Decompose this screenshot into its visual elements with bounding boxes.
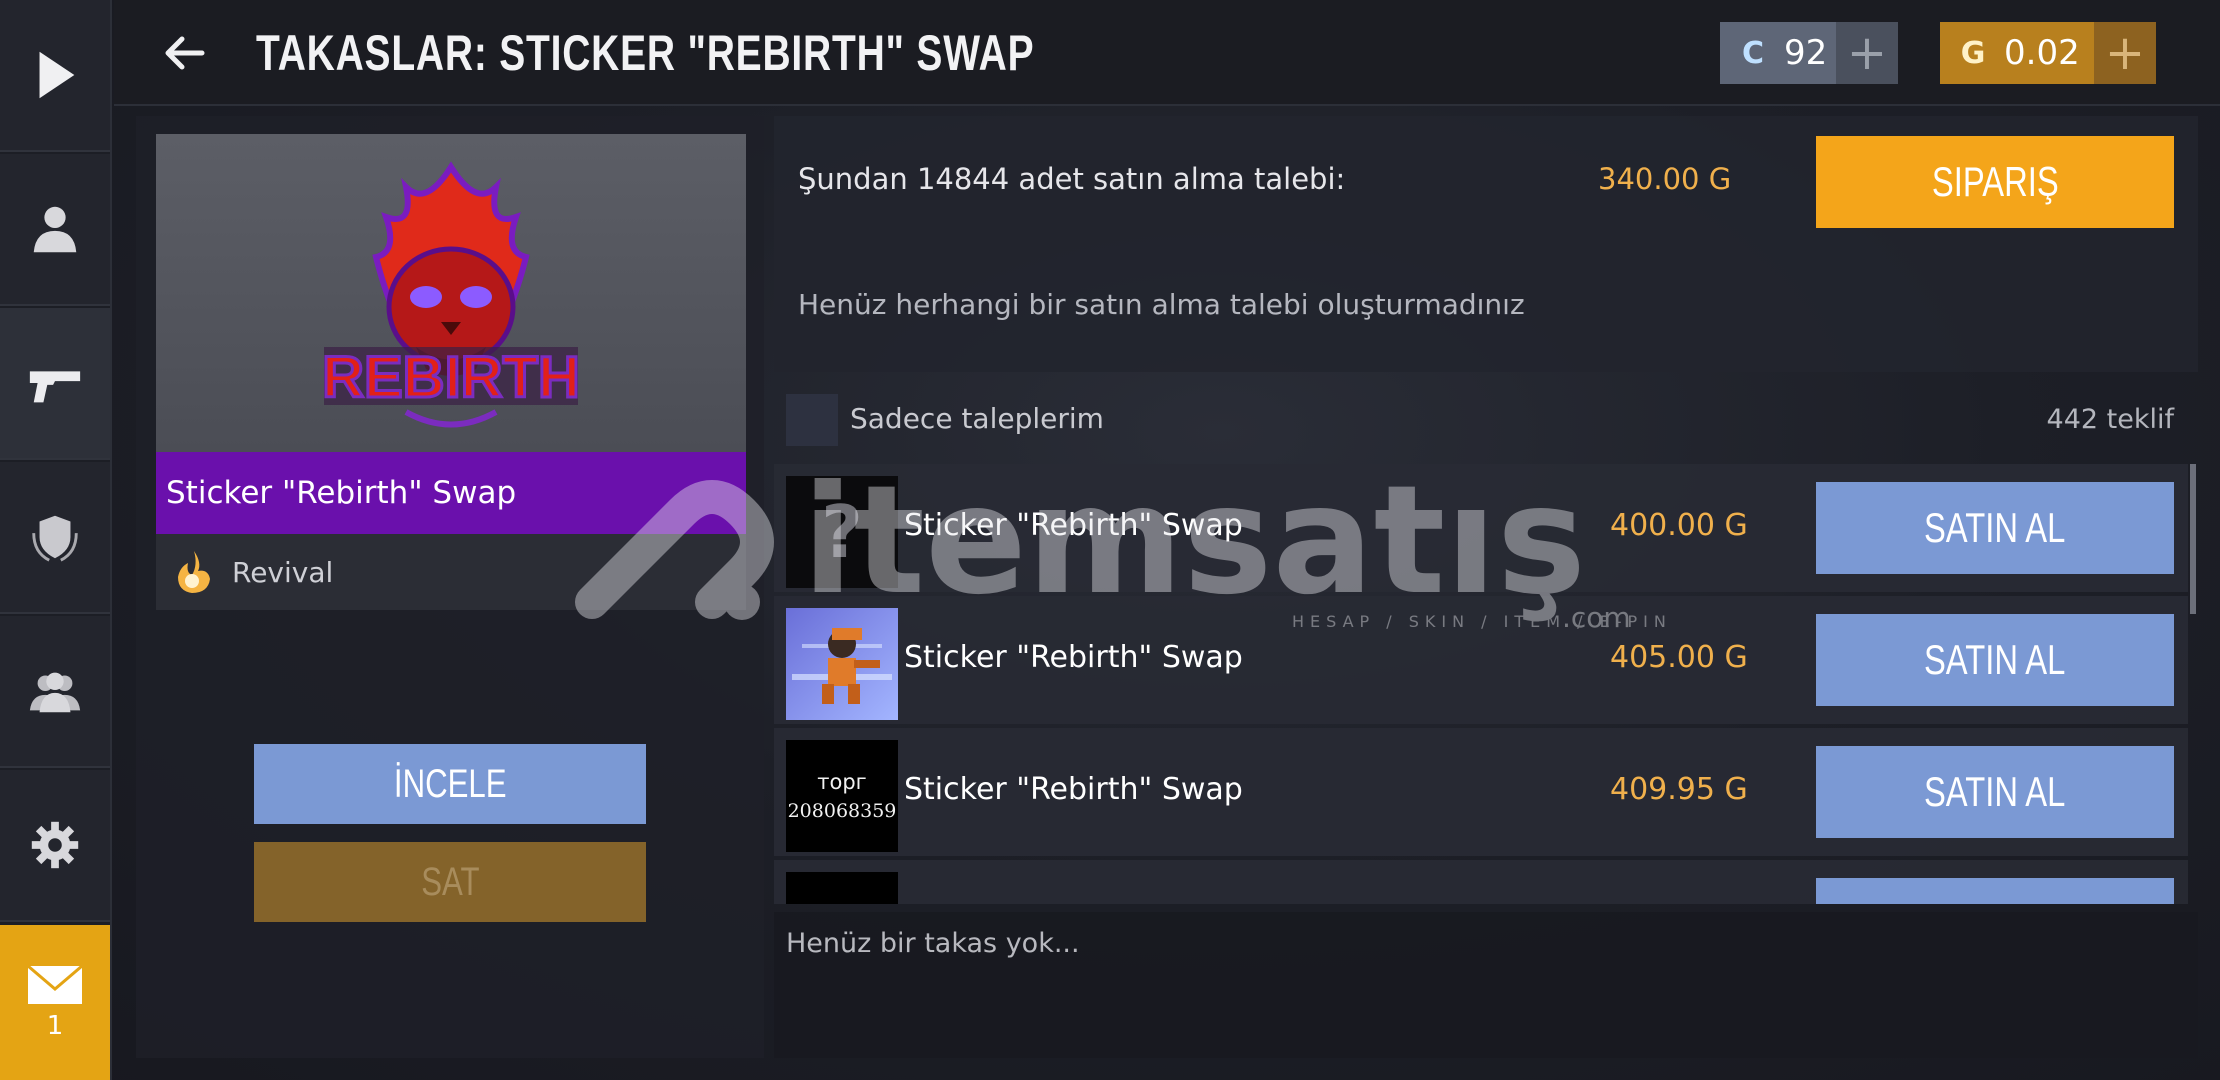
- no-buy-requests-text: Henüz herhangi bir satın alma talebi olu…: [798, 288, 1525, 321]
- mail-count: 1: [46, 1010, 64, 1041]
- offer-price: 400.00 G: [1610, 508, 1748, 543]
- sidebar-item-play[interactable]: [0, 0, 110, 152]
- mail-icon: [27, 964, 83, 1004]
- profile-icon: [33, 206, 77, 253]
- back-button[interactable]: [154, 28, 214, 78]
- add-gold-button[interactable]: +: [2094, 22, 2156, 84]
- inspect-button[interactable]: İNCELE: [254, 744, 646, 824]
- sell-button[interactable]: SAT: [254, 842, 646, 922]
- friends-icon: [29, 672, 81, 713]
- buy-button[interactable]: SATIN AL: [1816, 482, 2174, 574]
- sidebar-item-mail[interactable]: 1: [0, 925, 110, 1080]
- unknown-avatar-icon: ?: [821, 490, 863, 574]
- only-my-requests-label: Sadece taleplerim: [850, 402, 1104, 435]
- sidebar-item-friends[interactable]: [0, 616, 110, 768]
- sidebar-item-profile[interactable]: [0, 154, 110, 306]
- list-item-partial: [774, 860, 2188, 904]
- header-bar: TAKASLAR: STICKER "REBIRTH" SWAP C 92 + …: [114, 0, 2220, 106]
- buy-request-text: Şundan 14844 adet satın alma talebi:: [798, 162, 1346, 196]
- avatar-text-line2: 208068359: [787, 800, 897, 822]
- item-detail-panel: REBIRTH Sticker "Rebirth" Swap Revival İ…: [136, 116, 764, 1058]
- buy-button[interactable]: SATIN AL: [1816, 614, 2174, 706]
- shield-laurel-icon: [32, 515, 78, 562]
- revival-collection-icon: [178, 551, 210, 593]
- sidebar-item-clan[interactable]: [0, 462, 110, 614]
- only-my-requests-checkbox[interactable]: [786, 394, 838, 446]
- seller-avatar: ?: [786, 476, 898, 588]
- gold-coin-icon: G: [1960, 35, 1986, 71]
- list-item: торг 208068359 Sticker "Rebirth" Swap 40…: [774, 728, 2188, 856]
- currency-credits: C 92 +: [1720, 22, 1898, 84]
- currency-gold: G 0.02 +: [1940, 22, 2156, 84]
- item-name: Sticker "Rebirth" Swap: [156, 452, 746, 534]
- item-preview-image: REBIRTH: [156, 134, 746, 469]
- avatar-character-image: [792, 628, 892, 704]
- credits-coin-icon: C: [1741, 35, 1765, 71]
- credits-value: 92: [1784, 33, 1828, 73]
- offer-count: 442 teklif: [2046, 404, 2174, 435]
- sidebar-item-inventory[interactable]: [0, 308, 110, 460]
- offer-price: 409.95 G: [1610, 772, 1748, 807]
- buy-request-price: 340.00 G: [1598, 162, 1732, 196]
- collection-name: Revival: [232, 555, 334, 589]
- list-item: ? Sticker "Rebirth" Swap 400.00 G SATIN …: [774, 464, 2188, 592]
- play-icon: [39, 51, 75, 99]
- seller-avatar: [786, 608, 898, 720]
- no-trades-text: Henüz bir takas yok...: [786, 928, 1080, 959]
- back-arrow-icon: [165, 36, 205, 70]
- offers-filter-row: Sadece taleplerim 442 teklif: [774, 380, 2198, 460]
- trade-history-panel: Henüz bir takas yok...: [774, 912, 2198, 1058]
- sidebar-item-settings[interactable]: [0, 770, 110, 922]
- buy-request-panel: Şundan 14844 adet satın alma talebi: 340…: [774, 116, 2198, 372]
- page-title: TAKASLAR: STICKER "REBIRTH" SWAP: [256, 25, 1035, 81]
- rebirth-sticker-logo: REBIRTH: [321, 160, 581, 427]
- buy-button[interactable]: [1816, 878, 2174, 904]
- gear-icon: [31, 821, 79, 869]
- offer-item-name: Sticker "Rebirth" Swap: [904, 508, 1243, 543]
- offer-price: 405.00 G: [1610, 640, 1748, 675]
- svg-text:REBIRTH: REBIRTH: [322, 345, 580, 410]
- buy-button[interactable]: SATIN AL: [1816, 746, 2174, 838]
- gold-value: 0.02: [2004, 33, 2080, 73]
- list-item: Sticker "Rebirth" Swap 405.00 G SATIN AL: [774, 596, 2188, 724]
- left-nav-sidebar: 1: [0, 0, 112, 1080]
- add-credits-button[interactable]: +: [1836, 22, 1898, 84]
- item-collection: Revival: [156, 534, 746, 610]
- offer-item-name: Sticker "Rebirth" Swap: [904, 640, 1243, 675]
- offers-scrollbar[interactable]: [2190, 464, 2196, 614]
- pistol-icon: [29, 371, 81, 403]
- seller-avatar: торг 208068359: [786, 740, 898, 852]
- seller-avatar: [786, 872, 898, 904]
- offer-item-name: Sticker "Rebirth" Swap: [904, 772, 1243, 807]
- offers-list[interactable]: ? Sticker "Rebirth" Swap 400.00 G SATIN …: [774, 464, 2198, 904]
- avatar-text-line1: торг: [817, 770, 867, 794]
- order-button[interactable]: SIPARIŞ: [1816, 136, 2174, 228]
